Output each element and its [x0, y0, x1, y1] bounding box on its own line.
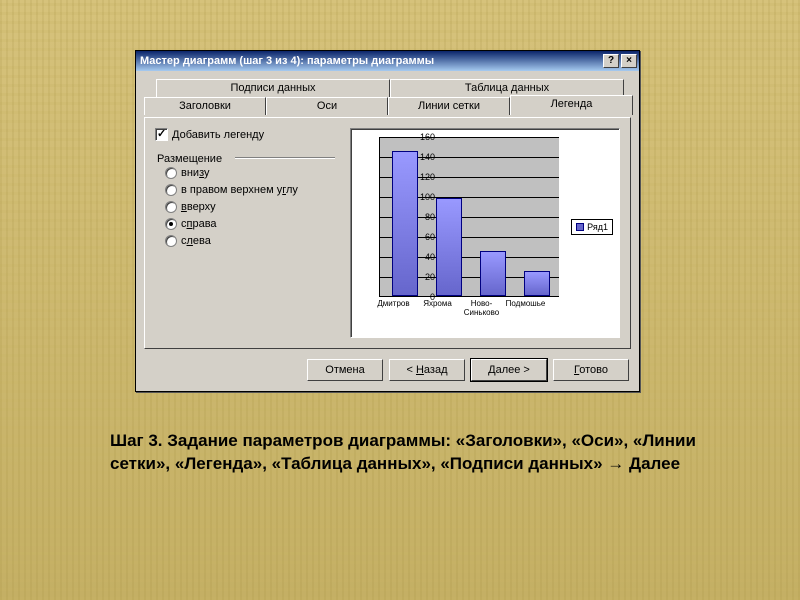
- radio-top[interactable]: [165, 201, 177, 213]
- back-button[interactable]: < Назад: [389, 359, 465, 381]
- radio-corner-label: в правом верхнем углу: [181, 184, 298, 196]
- radio-top-label: вверху: [181, 201, 216, 213]
- finish-button[interactable]: Готово: [553, 359, 629, 381]
- bar-1: [436, 198, 462, 296]
- chart-legend: Ряд1: [571, 219, 613, 235]
- tab-titles[interactable]: Заголовки: [144, 97, 266, 115]
- help-button[interactable]: ?: [603, 54, 619, 68]
- legend-series-label: Ряд1: [587, 222, 608, 232]
- chart-preview: 160 140 120 100 80 60 40 20 0 Дмитров Ях…: [350, 128, 620, 338]
- plot-area: [379, 137, 559, 297]
- placement-fieldset: Размещение внизу в правом верхнем углу: [155, 147, 335, 247]
- button-bar: Отмена < Назад Далее > Готово: [144, 359, 631, 381]
- ytick-120: 120: [413, 172, 435, 182]
- radio-corner[interactable]: [165, 184, 177, 196]
- xtick-1: Яхрома: [415, 299, 460, 308]
- radio-left-row[interactable]: слева: [165, 235, 335, 247]
- xtick-0: Дмитров: [371, 299, 416, 308]
- xtick-2: Ново-Синьково: [459, 299, 504, 317]
- show-legend-checkbox[interactable]: [155, 128, 168, 141]
- xtick-3: Подмошье: [503, 299, 548, 308]
- radio-top-row[interactable]: вверху: [165, 201, 335, 213]
- tab-legend[interactable]: Легенда: [510, 95, 633, 115]
- titlebar[interactable]: Мастер диаграмм (шаг 3 из 4): параметры …: [136, 51, 639, 71]
- show-legend-label: Добавить легенду: [172, 129, 264, 141]
- ytick-60: 60: [413, 232, 435, 242]
- slide-caption: Шаг 3. Задание параметров диаграммы: «За…: [110, 430, 700, 476]
- tabstrip: Подписи данных Таблица данных Заголовки …: [144, 79, 631, 117]
- radio-bottom[interactable]: [165, 167, 177, 179]
- legend-options: Добавить легенду Размещение внизу в прав…: [155, 128, 335, 252]
- tab-gridlines[interactable]: Линии сетки: [388, 97, 510, 115]
- radio-corner-row[interactable]: в правом верхнем углу: [165, 184, 335, 196]
- ytick-100: 100: [413, 192, 435, 202]
- bar-2: [480, 251, 506, 296]
- cancel-button[interactable]: Отмена: [307, 359, 383, 381]
- radio-left[interactable]: [165, 235, 177, 247]
- tab-page-legend: Добавить легенду Размещение внизу в прав…: [144, 117, 631, 349]
- radio-bottom-label: внизу: [181, 167, 210, 179]
- next-button[interactable]: Далее >: [471, 359, 547, 381]
- dialog-body: Подписи данных Таблица данных Заголовки …: [136, 71, 639, 391]
- chart-wizard-dialog: Мастер диаграмм (шаг 3 из 4): параметры …: [135, 50, 640, 392]
- close-button[interactable]: ×: [621, 54, 637, 68]
- ytick-20: 20: [413, 272, 435, 282]
- tab-data-labels[interactable]: Подписи данных: [156, 79, 390, 97]
- show-legend-checkbox-row[interactable]: Добавить легенду: [155, 128, 335, 141]
- ytick-80: 80: [413, 212, 435, 222]
- ytick-160: 160: [413, 132, 435, 142]
- radio-left-label: слева: [181, 235, 211, 247]
- placement-legend: Размещение: [155, 153, 224, 165]
- ytick-40: 40: [413, 252, 435, 262]
- radio-right-row[interactable]: справа: [165, 218, 335, 230]
- window-title: Мастер диаграмм (шаг 3 из 4): параметры …: [140, 55, 601, 67]
- radio-bottom-row[interactable]: внизу: [165, 167, 335, 179]
- bar-3: [524, 271, 550, 296]
- radio-right-label: справа: [181, 218, 217, 230]
- ytick-140: 140: [413, 152, 435, 162]
- tab-axes[interactable]: Оси: [266, 97, 388, 115]
- radio-right[interactable]: [165, 218, 177, 230]
- legend-swatch-icon: [576, 223, 584, 231]
- placement-radios: внизу в правом верхнем углу вверху: [155, 167, 335, 247]
- fieldset-separator: [235, 157, 335, 159]
